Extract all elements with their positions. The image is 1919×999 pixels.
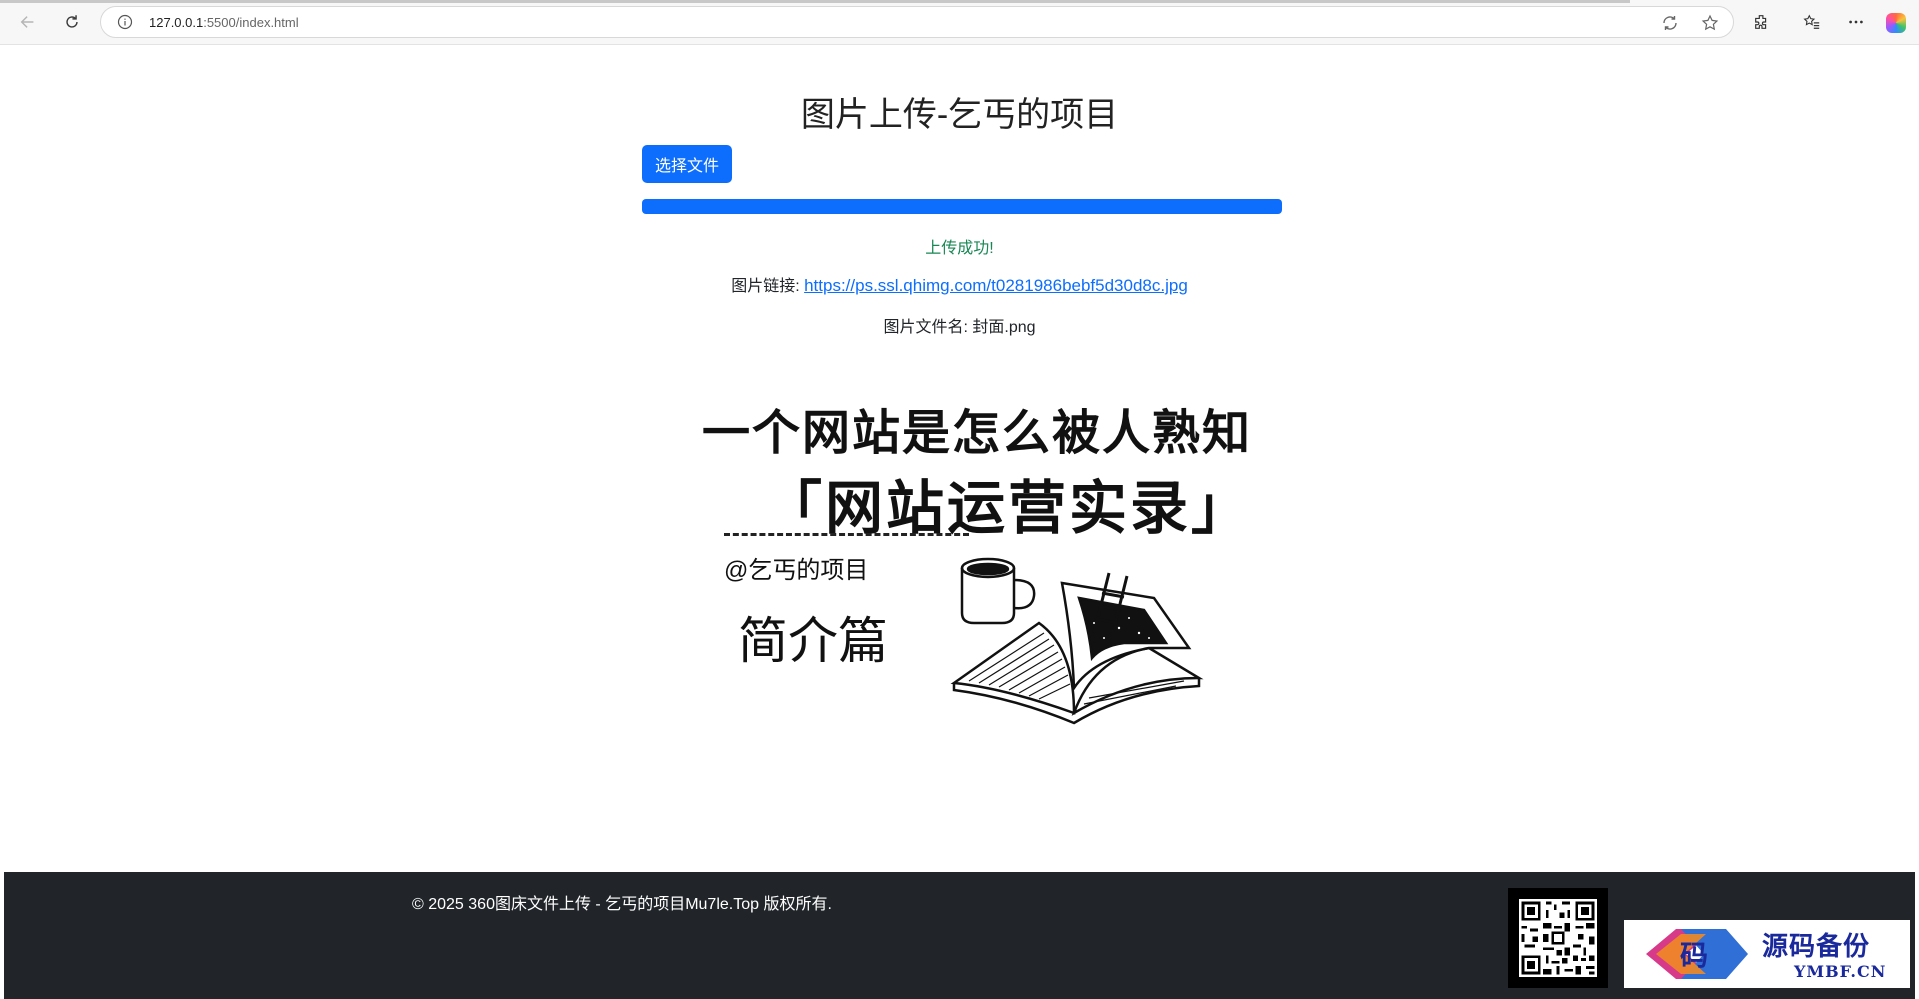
upload-status-message: 上传成功! <box>925 240 994 257</box>
image-filename-value: 封面.png <box>972 319 1036 336</box>
book-and-coffee-illustration <box>950 557 1204 725</box>
choose-file-button[interactable]: 选择文件 <box>642 145 732 183</box>
copilot-icon[interactable] <box>1886 13 1906 33</box>
favorites-list-icon[interactable] <box>1802 12 1822 32</box>
footer-copyright: © 2025 360图床文件上传 - 乞丐的项目Mu7le.Top 版权所有. <box>412 896 832 913</box>
coffee-cup-icon <box>960 557 1036 625</box>
image-filename-label: 图片文件名: <box>883 319 968 336</box>
upload-progress-bar <box>642 199 1282 214</box>
back-arrow-icon[interactable] <box>16 10 40 34</box>
more-menu-icon[interactable] <box>1846 12 1866 32</box>
address-bar[interactable]: 127.0.0.1:5500/index.html <box>100 6 1734 38</box>
extensions-icon[interactable] <box>1752 12 1772 32</box>
url-path: :5500/index.html <box>203 15 299 30</box>
translate-icon[interactable] <box>1661 14 1679 32</box>
cover-headline: 一个网站是怎么被人熟知 <box>702 405 1253 461</box>
watermark-domain: YMBF.CN <box>1794 962 1887 981</box>
cover-author: @乞丐的项目 <box>724 557 869 584</box>
open-book-icon <box>950 572 1204 725</box>
uploaded-image-preview: 一个网站是怎么被人熟知 「网站运营实录」 @乞丐的项目 简介篇 <box>694 383 1250 763</box>
image-link[interactable]: https://ps.ssl.qhimg.com/t0281986bebf5d3… <box>804 276 1188 295</box>
qr-code-image <box>1508 888 1608 988</box>
watermark-logo-icon: 码 <box>1646 929 1748 979</box>
watermark-name: 源码备份 <box>1762 932 1871 962</box>
browser-toolbar: 127.0.0.1:5500/index.html <box>0 0 1919 45</box>
favorite-star-icon[interactable] <box>1701 14 1719 32</box>
watermark-badge: 码 源码备份 YMBF.CN <box>1624 920 1910 988</box>
site-info-icon[interactable] <box>117 14 133 30</box>
cover-divider <box>724 533 969 536</box>
tab-strip-edge <box>0 0 1630 3</box>
url-host: 127.0.0.1 <box>149 15 204 30</box>
image-filename-row: 图片文件名: 封面.png <box>4 313 1915 337</box>
reload-icon[interactable] <box>60 10 84 34</box>
url-text[interactable]: 127.0.0.1:5500/index.html <box>149 15 299 30</box>
qr-code-icon <box>1519 899 1597 977</box>
upload-progress-fill <box>642 199 1282 214</box>
cover-section-title: 简介篇 <box>738 612 888 670</box>
watermark-logo-char: 码 <box>1680 939 1708 972</box>
page-content: 图片上传-乞丐的项目 选择文件 上传成功! 图片链接: https://ps.s… <box>4 45 1915 872</box>
image-link-label: 图片链接: <box>731 278 800 295</box>
image-link-row: 图片链接: https://ps.ssl.qhimg.com/t0281986b… <box>4 272 1915 296</box>
page-title: 图片上传-乞丐的项目 <box>800 96 1119 134</box>
